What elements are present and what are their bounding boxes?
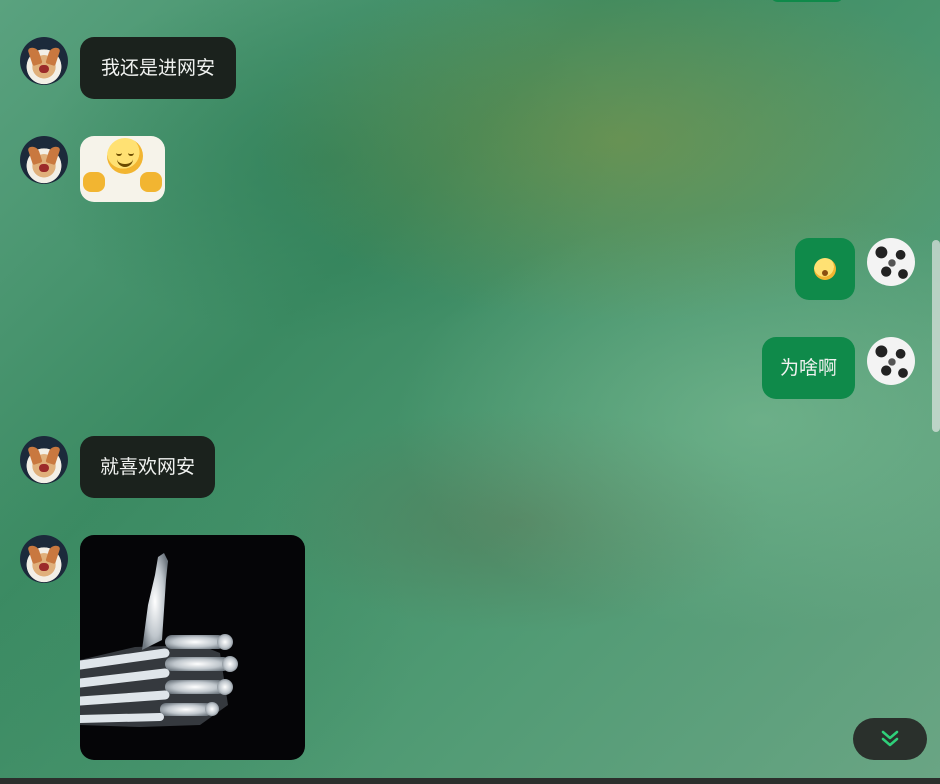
image-message[interactable] bbox=[80, 535, 305, 760]
contact-avatar[interactable] bbox=[20, 535, 68, 583]
hand-icon bbox=[140, 172, 162, 192]
chat-bottom-edge bbox=[0, 778, 940, 784]
contact-avatar[interactable] bbox=[20, 136, 68, 184]
avatar-ear bbox=[45, 543, 61, 565]
avatar-mouth bbox=[39, 464, 49, 472]
message-bubble-left[interactable]: 我还是进网安 bbox=[80, 37, 236, 99]
xray-thumbs-up-image bbox=[80, 553, 238, 727]
avatar-mouth bbox=[39, 563, 49, 571]
avatar-ear bbox=[27, 45, 43, 67]
scroll-to-bottom-button[interactable] bbox=[853, 718, 927, 760]
avatar-ear bbox=[27, 444, 43, 466]
message-text: 我还是进网安 bbox=[100, 57, 215, 79]
avatar-mouth bbox=[39, 164, 49, 172]
hand-icon bbox=[83, 172, 105, 192]
surprised-emoji-icon bbox=[814, 258, 836, 280]
avatar-ear bbox=[45, 144, 61, 166]
contact-avatar[interactable] bbox=[20, 37, 68, 85]
chat-scrollbar[interactable] bbox=[932, 240, 940, 432]
double-chevron-down-icon bbox=[881, 730, 899, 747]
self-avatar[interactable] bbox=[867, 337, 915, 385]
avatar-mouth bbox=[39, 65, 49, 73]
message-text: 为啥啊 bbox=[779, 357, 837, 379]
avatar-ear bbox=[45, 45, 61, 67]
previous-message-bubble-edge bbox=[770, 0, 844, 2]
contact-avatar[interactable] bbox=[20, 436, 68, 484]
avatar-ear bbox=[27, 144, 43, 166]
avatar-ear bbox=[45, 444, 61, 466]
message-bubble-right[interactable] bbox=[795, 238, 855, 300]
message-bubble-left[interactable]: 就喜欢网安 bbox=[80, 436, 215, 498]
sticker-message[interactable] bbox=[80, 136, 165, 202]
message-bubble-right[interactable]: 为啥啊 bbox=[762, 337, 855, 399]
self-avatar[interactable] bbox=[867, 238, 915, 286]
message-text: 就喜欢网安 bbox=[99, 456, 195, 478]
smiling-emoji-icon bbox=[107, 138, 143, 174]
avatar-ear bbox=[27, 543, 43, 565]
